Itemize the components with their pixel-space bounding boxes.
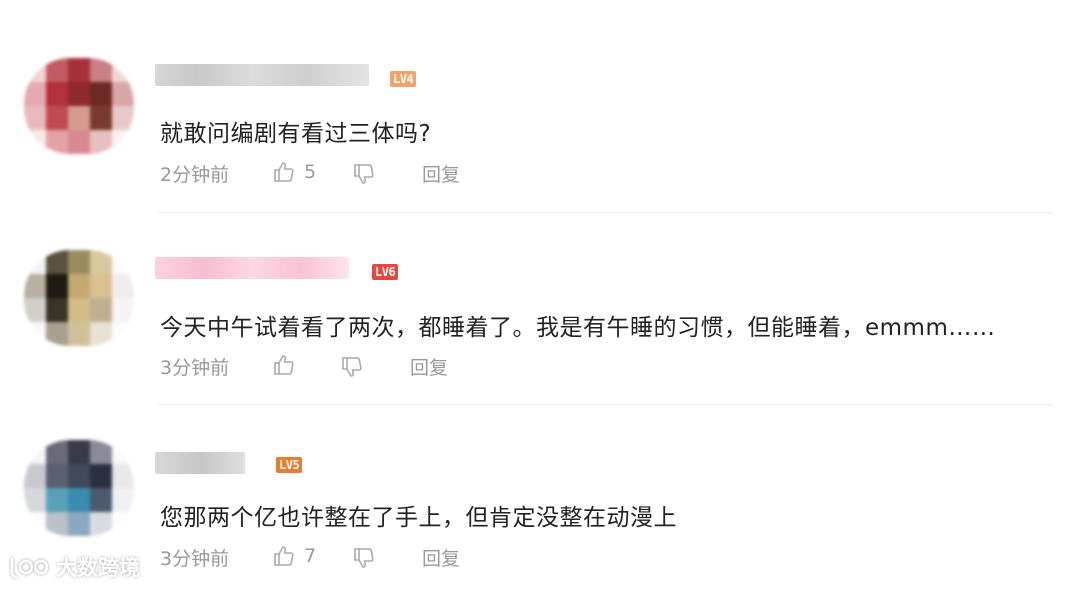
timestamp: 3分钟前	[160, 357, 230, 379]
username-blurred[interactable]	[155, 452, 245, 474]
divider	[158, 212, 1052, 213]
avatar[interactable]	[24, 440, 134, 536]
thumbs-down-icon	[354, 548, 374, 568]
like-button[interactable]: 5	[272, 160, 316, 184]
dislike-button[interactable]	[340, 355, 364, 379]
dislike-button[interactable]	[352, 162, 376, 186]
like-count: 5	[304, 161, 317, 183]
watermark: 大数跨境	[8, 552, 140, 582]
comment-text: 您那两个亿也许整在了手上，但肯定没整在动漫上	[160, 505, 677, 531]
thumbs-up-icon	[274, 355, 294, 375]
username-blurred[interactable]	[155, 257, 349, 279]
like-button[interactable]	[272, 353, 304, 377]
thumbs-down-icon	[354, 164, 374, 184]
watermark-text: 大数跨境	[56, 556, 140, 580]
thumbs-down-icon	[342, 357, 362, 377]
username-blurred[interactable]	[155, 64, 369, 86]
avatar[interactable]	[24, 250, 134, 346]
like-button[interactable]: 7	[272, 544, 316, 568]
comment-text: 今天中午试着看了两次，都睡着了。我是有午睡的习惯，但能睡着，emmm……	[160, 315, 996, 341]
dislike-button[interactable]	[352, 546, 376, 570]
timestamp: 3分钟前	[160, 548, 230, 570]
timestamp: 2分钟前	[160, 164, 230, 186]
level-badge: LV5	[276, 457, 303, 473]
reply-button[interactable]: 回复	[410, 353, 448, 380]
like-count: 7	[304, 545, 317, 567]
comment-text: 就敢问编剧有看过三体吗?	[160, 121, 432, 147]
avatar[interactable]	[24, 58, 134, 154]
level-badge: LV6	[372, 264, 399, 280]
reply-button[interactable]: 回复	[422, 544, 460, 571]
thumbs-up-icon	[274, 162, 294, 182]
watermark-logo-icon	[10, 558, 49, 579]
level-badge: LV4	[390, 71, 417, 87]
reply-button[interactable]: 回复	[422, 160, 460, 187]
divider	[158, 404, 1052, 405]
thumbs-up-icon	[274, 546, 294, 566]
